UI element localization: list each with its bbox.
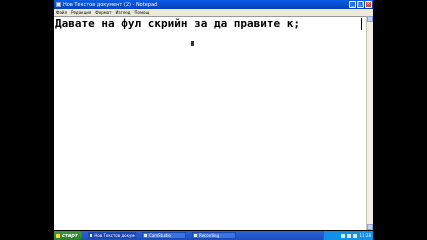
notepad-task-icon: [90, 234, 93, 237]
windows-logo-icon: [56, 233, 60, 238]
taskbar: старт Нов Текстов документ... CamStudio …: [54, 231, 373, 240]
task-label: CamStudio: [149, 233, 171, 238]
close-button[interactable]: ×: [365, 1, 372, 8]
notepad-icon: [56, 2, 61, 7]
minimize-button[interactable]: _: [349, 1, 356, 8]
clock: 11:28: [359, 233, 371, 238]
menu-format[interactable]: Формат: [95, 10, 111, 15]
menu-edit[interactable]: Редакция: [71, 10, 91, 15]
menu-help[interactable]: Помощ: [135, 10, 150, 15]
system-tray: 11:28: [323, 231, 373, 240]
start-label: старт: [62, 232, 78, 239]
menu-file[interactable]: Файл: [56, 10, 67, 15]
scroll-down-arrow-icon[interactable]: [367, 224, 373, 230]
document-text[interactable]: Давате на фул скрийн за да правите к;: [55, 17, 300, 31]
text-caret: [361, 18, 362, 30]
scroll-up-arrow-icon[interactable]: [367, 16, 373, 22]
taskbar-item-recording[interactable]: Recording: [192, 232, 236, 239]
taskbar-item-notepad[interactable]: Нов Текстов документ...: [88, 232, 136, 239]
notepad-window: Нов Текстов документ (2) - Notepad _ □ ×…: [54, 0, 373, 230]
task-label: Recording: [199, 233, 220, 238]
window-controls: _ □ ×: [349, 1, 372, 8]
recording-task-icon: [194, 234, 197, 237]
menu-bar: Файл Редакция Формат Изглед Помощ: [54, 9, 373, 16]
menu-view[interactable]: Изглед: [116, 10, 131, 15]
title-bar[interactable]: Нов Текстов документ (2) - Notepad _ □ ×: [54, 0, 373, 9]
taskbar-item-camstudio[interactable]: CamStudio: [142, 232, 186, 239]
tray-network-icon[interactable]: [341, 233, 346, 238]
maximize-button[interactable]: □: [357, 1, 364, 8]
camstudio-task-icon: [144, 234, 147, 237]
tray-volume-icon[interactable]: [347, 233, 352, 238]
task-label: Нов Текстов документ...: [94, 233, 135, 238]
tray-app-icon[interactable]: [353, 233, 358, 238]
mouse-cursor-icon: [191, 41, 194, 46]
text-editor-area[interactable]: Давате на фул скрийн за да правите к;: [54, 16, 366, 230]
window-title: Нов Текстов документ (2) - Notepad: [63, 1, 158, 8]
vertical-scrollbar[interactable]: [366, 16, 373, 230]
start-button[interactable]: старт: [54, 231, 82, 240]
